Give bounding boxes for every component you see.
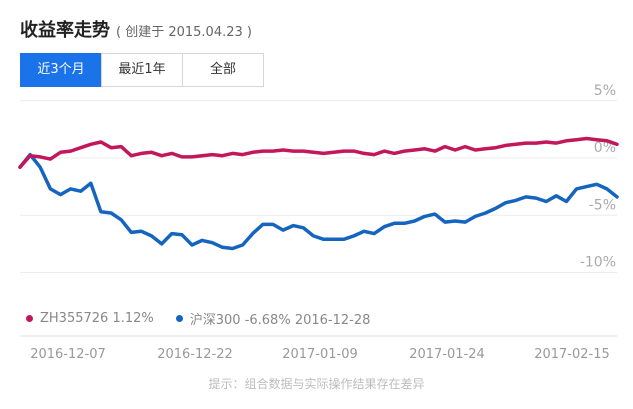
series-line-portfolio bbox=[18, 136, 619, 169]
legend-item-index[interactable]: 沪深300 -6.68% 2016-12-28 bbox=[175, 309, 371, 328]
return-chart: 5%0%-5%-10%2016-12-07 2016-12-22 2017-01-0… bbox=[18, 83, 619, 362]
y-tick-label: 5% bbox=[594, 83, 616, 99]
series-line-index bbox=[18, 152, 619, 251]
legend-dot-icon bbox=[175, 315, 183, 322]
legend-label: 沪深300 -6.68% 2016-12-28 bbox=[189, 313, 371, 328]
chart-legend: ZH355726 1.12% 沪深300 -6.68% 2016-12-28 bbox=[26, 309, 392, 328]
disclaimer-hint: 提示：组合数据与实际操作结果存在差异 bbox=[208, 377, 425, 391]
x-tick-label: 2016-12-22 bbox=[157, 347, 233, 362]
y-tick-label: -10% bbox=[580, 255, 616, 271]
x-tick-label: 2016-12-07 bbox=[30, 347, 106, 362]
x-tick-label: 2017-01-09 bbox=[282, 347, 358, 362]
y-tick-label: -5% bbox=[589, 197, 616, 213]
legend-dot-icon bbox=[26, 315, 33, 322]
x-tick-label: 2017-02-15 bbox=[534, 347, 610, 362]
x-tick-label: 2017-01-24 bbox=[409, 347, 485, 362]
legend-item-portfolio[interactable]: ZH355726 1.12% bbox=[26, 311, 154, 326]
legend-label: ZH355726 1.12% bbox=[40, 311, 154, 326]
